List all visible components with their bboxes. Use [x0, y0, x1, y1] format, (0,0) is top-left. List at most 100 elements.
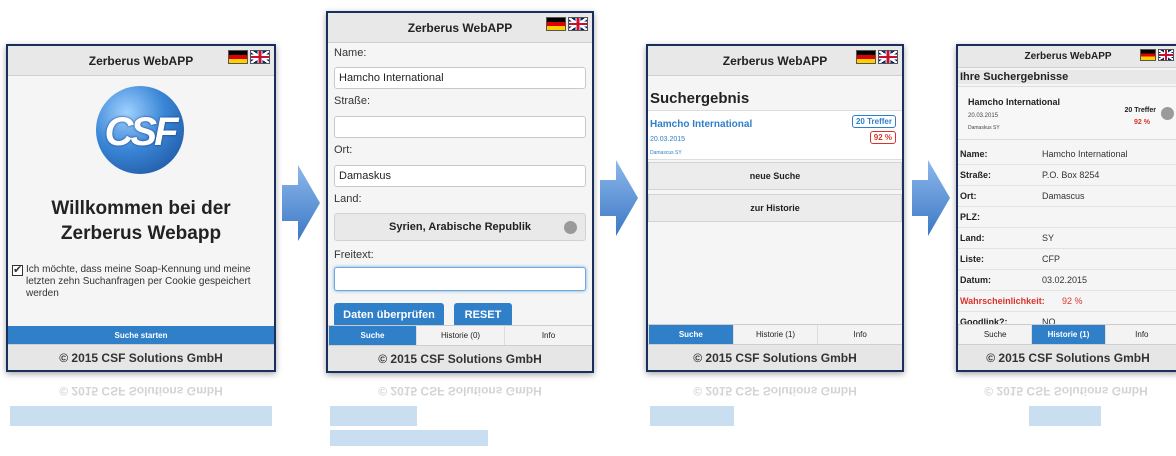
reflection: © 2015 CSF Solutions GmbH — [328, 380, 592, 446]
toggle-icon[interactable] — [564, 221, 577, 234]
tab-info[interactable]: Info — [1104, 324, 1176, 344]
detail-row-date: Datum: 03.02.2015 — [958, 270, 1176, 291]
language-switcher — [228, 50, 270, 64]
tab-history[interactable]: Historie (1) — [1031, 324, 1105, 344]
copyright: © 2015 CSF Solutions GmbH — [693, 351, 857, 365]
reflection-text: © 2015 CSF Solutions GmbH — [59, 384, 223, 398]
detail-key: Wahrscheinlichkeit: — [960, 296, 1045, 306]
tab-bar: Suche Historie (1) Info — [958, 324, 1176, 344]
city-label: Ort: — [334, 144, 353, 156]
screen-search-form: Zerberus WebAPP Name: Hamcho Internation… — [326, 11, 594, 373]
reflection-text: © 2015 CSF Solutions GmbH — [984, 384, 1148, 398]
summary-name: Hamcho International — [968, 97, 1061, 107]
reflection-bar — [10, 406, 272, 426]
detail-key: Straße: — [960, 170, 992, 180]
tab-history[interactable]: Historie (0) — [416, 325, 504, 345]
result-name: Hamcho International — [650, 119, 753, 130]
detail-row-list: Liste: CFP — [958, 249, 1176, 270]
tab-search[interactable]: Suche — [958, 324, 1032, 344]
result-heading: Suchergebnis — [650, 90, 750, 107]
arrow-right-icon — [912, 160, 950, 236]
result-summary[interactable]: Hamcho International 20.03.2015 Damaskus… — [958, 86, 1176, 140]
summary-score: 92 % — [1134, 119, 1150, 126]
detail-value: SY — [1042, 233, 1055, 243]
start-search-button[interactable]: Suche starten — [8, 326, 274, 346]
detail-row-street: Straße: P.O. Box 8254 — [958, 165, 1176, 186]
tab-bar: Suche Historie (0) Info — [328, 325, 592, 345]
hits-badge: 20 Treffer — [851, 115, 896, 128]
reflection: © 2015 CSF Solutions GmbH — [648, 380, 902, 440]
history-button[interactable]: zur Historie — [648, 194, 902, 222]
toggle-icon[interactable] — [1161, 107, 1174, 120]
reflection-bar — [650, 406, 734, 426]
language-switcher — [1140, 49, 1174, 61]
tab-info[interactable]: Info — [817, 324, 902, 344]
app-title: Zerberus WebAPP — [1024, 51, 1112, 62]
summary-date: 20.03.2015 — [968, 113, 999, 119]
detail-value: 03.02.2015 — [1042, 275, 1088, 285]
detail-key: Land: — [960, 233, 985, 243]
detail-value: Damascus — [1042, 191, 1085, 201]
app-title: Zerberus WebAPP — [722, 54, 828, 68]
detail-key: Name: — [960, 149, 988, 159]
flag-de-icon[interactable] — [546, 17, 566, 31]
detail-row-country: Land: SY — [958, 228, 1176, 249]
flag-uk-icon[interactable] — [1158, 49, 1174, 61]
flag-uk-icon[interactable] — [250, 50, 270, 64]
tab-info[interactable]: Info — [504, 325, 592, 345]
csf-logo: CSF — [96, 86, 184, 174]
copyright: © 2015 CSF Solutions GmbH — [59, 351, 223, 365]
result-item[interactable]: Hamcho International 20.03.2015 Damascus… — [648, 110, 902, 160]
tab-history[interactable]: Historie (1) — [732, 324, 818, 344]
street-input[interactable] — [334, 116, 586, 138]
app-title: Zerberus WebAPP — [407, 21, 513, 35]
flag-uk-icon[interactable] — [878, 50, 898, 64]
country-select[interactable]: Syrien, Arabische Republik — [334, 213, 586, 241]
flag-de-icon[interactable] — [856, 50, 876, 64]
footer: © 2015 CSF Solutions GmbH — [958, 344, 1176, 370]
results-heading: Ihre Suchergebnisse — [958, 70, 1176, 84]
freetext-input[interactable] — [334, 267, 586, 291]
logo-text: CSF — [104, 110, 179, 154]
app-header: Zerberus WebAPP — [328, 13, 592, 43]
name-input[interactable]: Hamcho International — [334, 67, 586, 89]
cookie-consent: ✔ Ich möchte, dass meine Soap-Kennung un… — [12, 264, 270, 300]
copyright: © 2015 CSF Solutions GmbH — [986, 351, 1150, 365]
footer: © 2015 CSF Solutions GmbH — [328, 345, 592, 371]
check-data-button[interactable]: Daten überprüfen — [334, 303, 444, 327]
detail-row-name: Name: Hamcho International — [958, 144, 1176, 165]
country-value: Syrien, Arabische Republik — [388, 221, 532, 233]
country-label: Land: — [334, 193, 362, 205]
copyright: © 2015 CSF Solutions GmbH — [378, 352, 542, 366]
detail-key: Liste: — [960, 254, 985, 264]
footer: © 2015 CSF Solutions GmbH — [8, 344, 274, 370]
flag-de-icon[interactable] — [1140, 49, 1156, 61]
tab-bar: Suche Historie (1) Info — [648, 324, 902, 344]
screen-search-result: Zerberus WebAPP Suchergebnis Hamcho Inte… — [646, 44, 904, 372]
reflection: © 2015 CSF Solutions GmbH — [958, 380, 1174, 440]
tab-search[interactable]: Suche — [648, 324, 733, 344]
app-header: Zerberus WebAPP — [8, 46, 274, 76]
arrow-right-icon — [600, 160, 638, 236]
score-badge: 92 % — [869, 131, 896, 144]
flag-de-icon[interactable] — [228, 50, 248, 64]
result-location: Damascus SY — [650, 150, 682, 156]
street-label: Straße: — [334, 95, 371, 107]
arrow-right-icon — [282, 165, 320, 241]
welcome-heading: Willkommen bei der Zerberus Webapp — [51, 198, 231, 244]
reflection-text: © 2015 CSF Solutions GmbH — [693, 384, 857, 398]
language-switcher — [856, 50, 898, 64]
summary-location: Damaskus SY — [968, 125, 1000, 131]
city-input[interactable]: Damaskus — [334, 165, 586, 187]
flag-uk-icon[interactable] — [568, 17, 588, 31]
new-search-button[interactable]: neue Suche — [648, 162, 902, 190]
cookie-consent-label: Ich möchte, dass meine Soap-Kennung und … — [26, 264, 251, 299]
detail-value: CFP — [1042, 254, 1060, 264]
reflection-bar — [1029, 406, 1101, 426]
reset-button[interactable]: RESET — [454, 303, 512, 327]
tab-search[interactable]: Suche — [328, 325, 416, 345]
screen-welcome: Zerberus WebAPP CSF Willkommen bei der Z… — [6, 44, 276, 372]
detail-key: Ort: — [960, 191, 977, 201]
detail-value: 92 % — [1062, 296, 1083, 306]
cookie-checkbox[interactable]: ✔ — [12, 265, 23, 276]
